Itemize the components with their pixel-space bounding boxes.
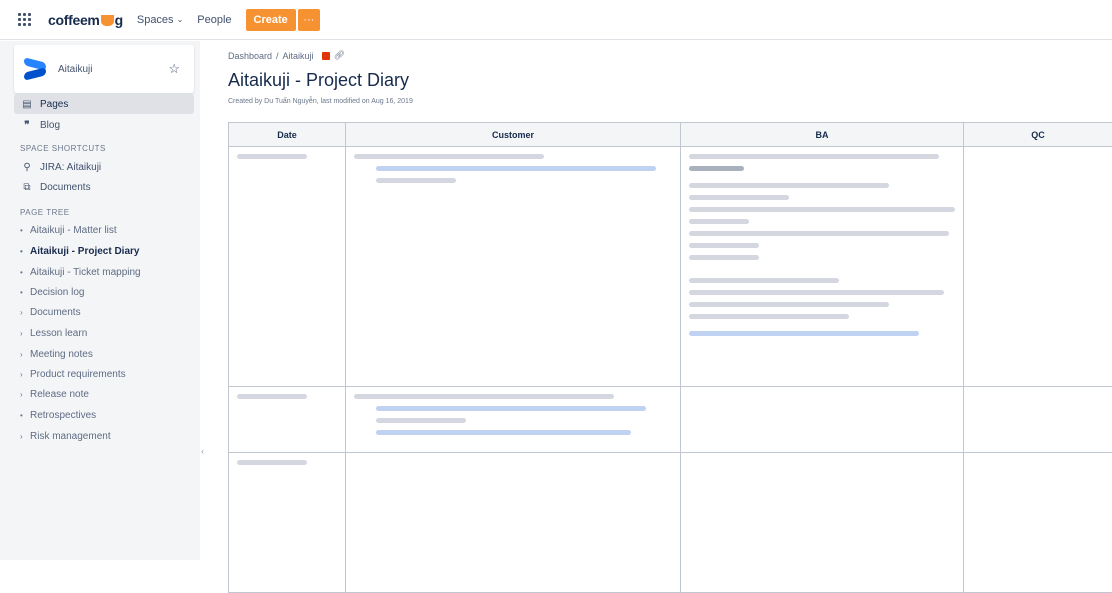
redacted-text	[376, 166, 656, 171]
tree-item[interactable]: ›Meeting notes	[20, 349, 93, 360]
table-cell-qc[interactable]	[964, 453, 1112, 593]
sidebar-item-label: Blog	[40, 120, 60, 131]
top-navigation-bar: coffeem g Spaces ⌄ People Create ···	[0, 0, 1112, 40]
shortcuts-section-title: SPACE SHORTCUTS	[20, 144, 106, 153]
tree-item[interactable]: ›Documents	[20, 307, 81, 318]
redacted-text	[376, 406, 646, 411]
table-header-row: Date Customer BA QC	[229, 123, 1112, 147]
people-label: People	[197, 14, 231, 26]
star-icon[interactable]: ☆	[168, 61, 180, 77]
redacted-text	[689, 302, 889, 307]
breadcrumb-dashboard[interactable]: Dashboard	[228, 51, 272, 61]
copy-icon: ⧉	[20, 182, 34, 193]
space-logo-icon	[24, 58, 46, 80]
breadcrumb-space[interactable]: Aitaikuji	[283, 51, 314, 61]
redacted-text	[689, 219, 749, 224]
redacted-text	[354, 154, 544, 159]
table-row	[229, 147, 1112, 387]
redacted-text	[689, 331, 919, 336]
sidebar-item-blog[interactable]: ❞ Blog	[14, 115, 194, 135]
redacted-text	[376, 430, 631, 435]
column-header-qc: QC	[964, 123, 1112, 147]
app-switcher-icon[interactable]	[18, 13, 32, 27]
create-button[interactable]: Create	[246, 9, 296, 31]
sidebar-collapse-handle[interactable]: ‹	[201, 446, 205, 456]
create-more-button[interactable]: ···	[298, 9, 320, 31]
table-cell-qc[interactable]	[964, 147, 1112, 387]
page-icon: ▤	[20, 99, 34, 110]
redacted-text	[689, 231, 949, 236]
tree-item[interactable]: •Decision log	[20, 287, 84, 298]
table-cell-date[interactable]	[229, 387, 346, 453]
page-title: Aitaikuji - Project Diary	[228, 70, 409, 91]
restriction-lock-icon[interactable]	[322, 52, 330, 60]
table-cell-date[interactable]	[229, 147, 346, 387]
jira-icon: ⚲	[20, 162, 34, 173]
table-cell-customer[interactable]	[346, 387, 681, 453]
redacted-text	[689, 154, 939, 159]
tree-item[interactable]: •Aitaikuji - Ticket mapping	[20, 267, 141, 278]
table-cell-qc[interactable]	[964, 387, 1112, 453]
sidebar-item-label: Pages	[40, 99, 68, 110]
redacted-text	[689, 255, 759, 260]
column-header-date: Date	[229, 123, 346, 147]
table-row	[229, 453, 1112, 593]
table-cell-customer[interactable]	[346, 147, 681, 387]
logo-text-start: coffeem	[48, 12, 100, 28]
redacted-text	[689, 195, 789, 200]
tree-item[interactable]: ›Product requirements	[20, 369, 126, 380]
column-header-ba: BA	[681, 123, 964, 147]
redacted-text	[689, 290, 944, 295]
redacted-text	[689, 166, 744, 171]
redacted-text	[689, 183, 889, 188]
redacted-text	[689, 243, 759, 248]
tree-item[interactable]: ›Risk management	[20, 431, 111, 442]
table-cell-customer[interactable]	[346, 453, 681, 593]
breadcrumb: Dashboard / Aitaikuji 🔗︎	[228, 50, 345, 61]
table-cell-ba[interactable]	[681, 453, 964, 593]
redacted-text	[689, 314, 849, 319]
table-cell-date[interactable]	[229, 453, 346, 593]
redacted-text	[237, 154, 307, 159]
project-diary-table: Date Customer BA QC	[228, 122, 1112, 593]
space-header[interactable]: Aitaikuji ☆	[14, 45, 194, 93]
shortcut-label: Documents	[40, 182, 91, 193]
redacted-text	[376, 178, 456, 183]
quote-icon: ❞	[20, 120, 34, 131]
shortcut-documents[interactable]: ⧉ Documents	[14, 177, 194, 197]
mug-icon	[101, 15, 114, 26]
table-cell-ba[interactable]	[681, 147, 964, 387]
table-cell-ba[interactable]	[681, 387, 964, 453]
tree-item[interactable]: ›Lesson learn	[20, 328, 87, 339]
redacted-text	[689, 207, 955, 212]
redacted-text	[237, 394, 307, 399]
sidebar-item-pages[interactable]: ▤ Pages	[14, 94, 194, 114]
redacted-text	[354, 394, 614, 399]
shortcut-jira[interactable]: ⚲ JIRA: Aitaikuji	[14, 157, 194, 177]
tree-item[interactable]: ›Release note	[20, 389, 89, 400]
space-sidebar: Aitaikuji ☆ ▤ Pages ❞ Blog SPACE SHORTCU…	[0, 41, 200, 560]
redacted-text	[376, 418, 466, 423]
people-link[interactable]: People	[197, 14, 231, 26]
column-header-customer: Customer	[346, 123, 681, 147]
space-name: Aitaikuji	[58, 64, 168, 75]
redacted-text	[689, 278, 839, 283]
tree-item[interactable]: •Aitaikuji - Matter list	[20, 225, 117, 236]
logo-text-end: g	[115, 12, 123, 28]
spaces-label: Spaces	[137, 14, 174, 26]
spaces-menu[interactable]: Spaces ⌄	[137, 14, 183, 26]
breadcrumb-separator: /	[276, 51, 279, 61]
redacted-text	[237, 460, 307, 465]
page-tree-title: PAGE TREE	[20, 208, 70, 217]
page-byline: Created by Du Tuấn Nguyễn, last modified…	[228, 98, 413, 105]
chevron-down-icon: ⌄	[177, 15, 184, 24]
tree-item-current[interactable]: •Aitaikuji - Project Diary	[20, 246, 139, 257]
coffeemug-logo[interactable]: coffeem g	[48, 12, 123, 28]
shortcut-label: JIRA: Aitaikuji	[40, 162, 101, 173]
table-row	[229, 387, 1112, 453]
link-icon[interactable]: 🔗︎	[334, 50, 345, 61]
tree-item[interactable]: •Retrospectives	[20, 410, 96, 421]
